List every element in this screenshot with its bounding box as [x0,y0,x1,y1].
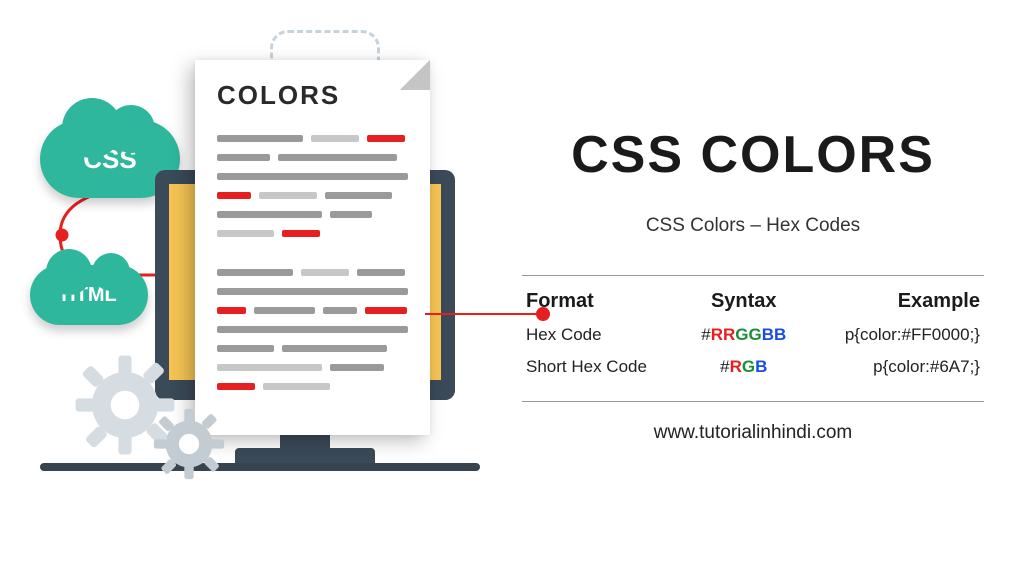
syntax-hash: # [720,357,729,376]
code-line [217,320,408,339]
table-row: Short Hex Code #RGB p{color:#6A7;} [522,351,984,383]
syntax-r: R [730,357,742,376]
infographic-container: CSS HTML COLORS [0,0,1024,576]
cell-syntax: #RRGGBB [674,325,813,345]
cell-syntax: #RGB [674,357,813,377]
html-cloud: HTML [30,265,148,325]
illustration-panel: CSS HTML COLORS [0,0,512,576]
code-line [217,205,408,224]
monitor-stand-base [235,448,375,463]
content-panel: CSS COLORS CSS Colors – Hex Codes Format… [512,0,1024,576]
code-line [217,358,408,377]
syntax-g: G [742,357,755,376]
code-line [217,263,408,282]
table-header-row: Format Syntax Example [522,284,984,319]
code-line [217,224,408,243]
hex-codes-table: Format Syntax Example Hex Code #RRGGBB p… [522,275,984,402]
html-cloud-label: HTML [61,284,117,307]
cell-example: p{color:#FF0000;} [813,325,984,345]
code-line [217,129,408,148]
syntax-hash: # [701,325,710,344]
css-cloud-label: CSS [83,144,136,175]
gear-icon [150,405,228,483]
cell-format: Short Hex Code [522,357,674,377]
website-domain: www.tutorialinhindi.com [522,422,984,444]
code-line [217,167,408,186]
page-subtitle: CSS Colors – Hex Codes [522,215,984,237]
header-format: Format [522,290,674,313]
cell-example: p{color:#6A7;} [813,357,984,377]
code-line [217,377,408,396]
code-line [217,282,408,301]
document-icon: COLORS [195,60,430,435]
document-title: COLORS [217,80,408,111]
header-syntax: Syntax [674,290,813,313]
code-line [217,186,408,205]
page-fold-icon [400,60,430,90]
cell-format: Hex Code [522,325,674,345]
syntax-r: RR [711,325,736,344]
syntax-b: B [755,357,767,376]
page-title: CSS COLORS [522,125,984,185]
code-line [217,148,408,167]
code-line [217,339,408,358]
header-example: Example [813,290,984,313]
code-line [217,301,408,320]
table-row: Hex Code #RRGGBB p{color:#FF0000;} [522,319,984,351]
syntax-g: GG [735,325,761,344]
syntax-b: BB [762,325,787,344]
floor-line [40,463,480,471]
